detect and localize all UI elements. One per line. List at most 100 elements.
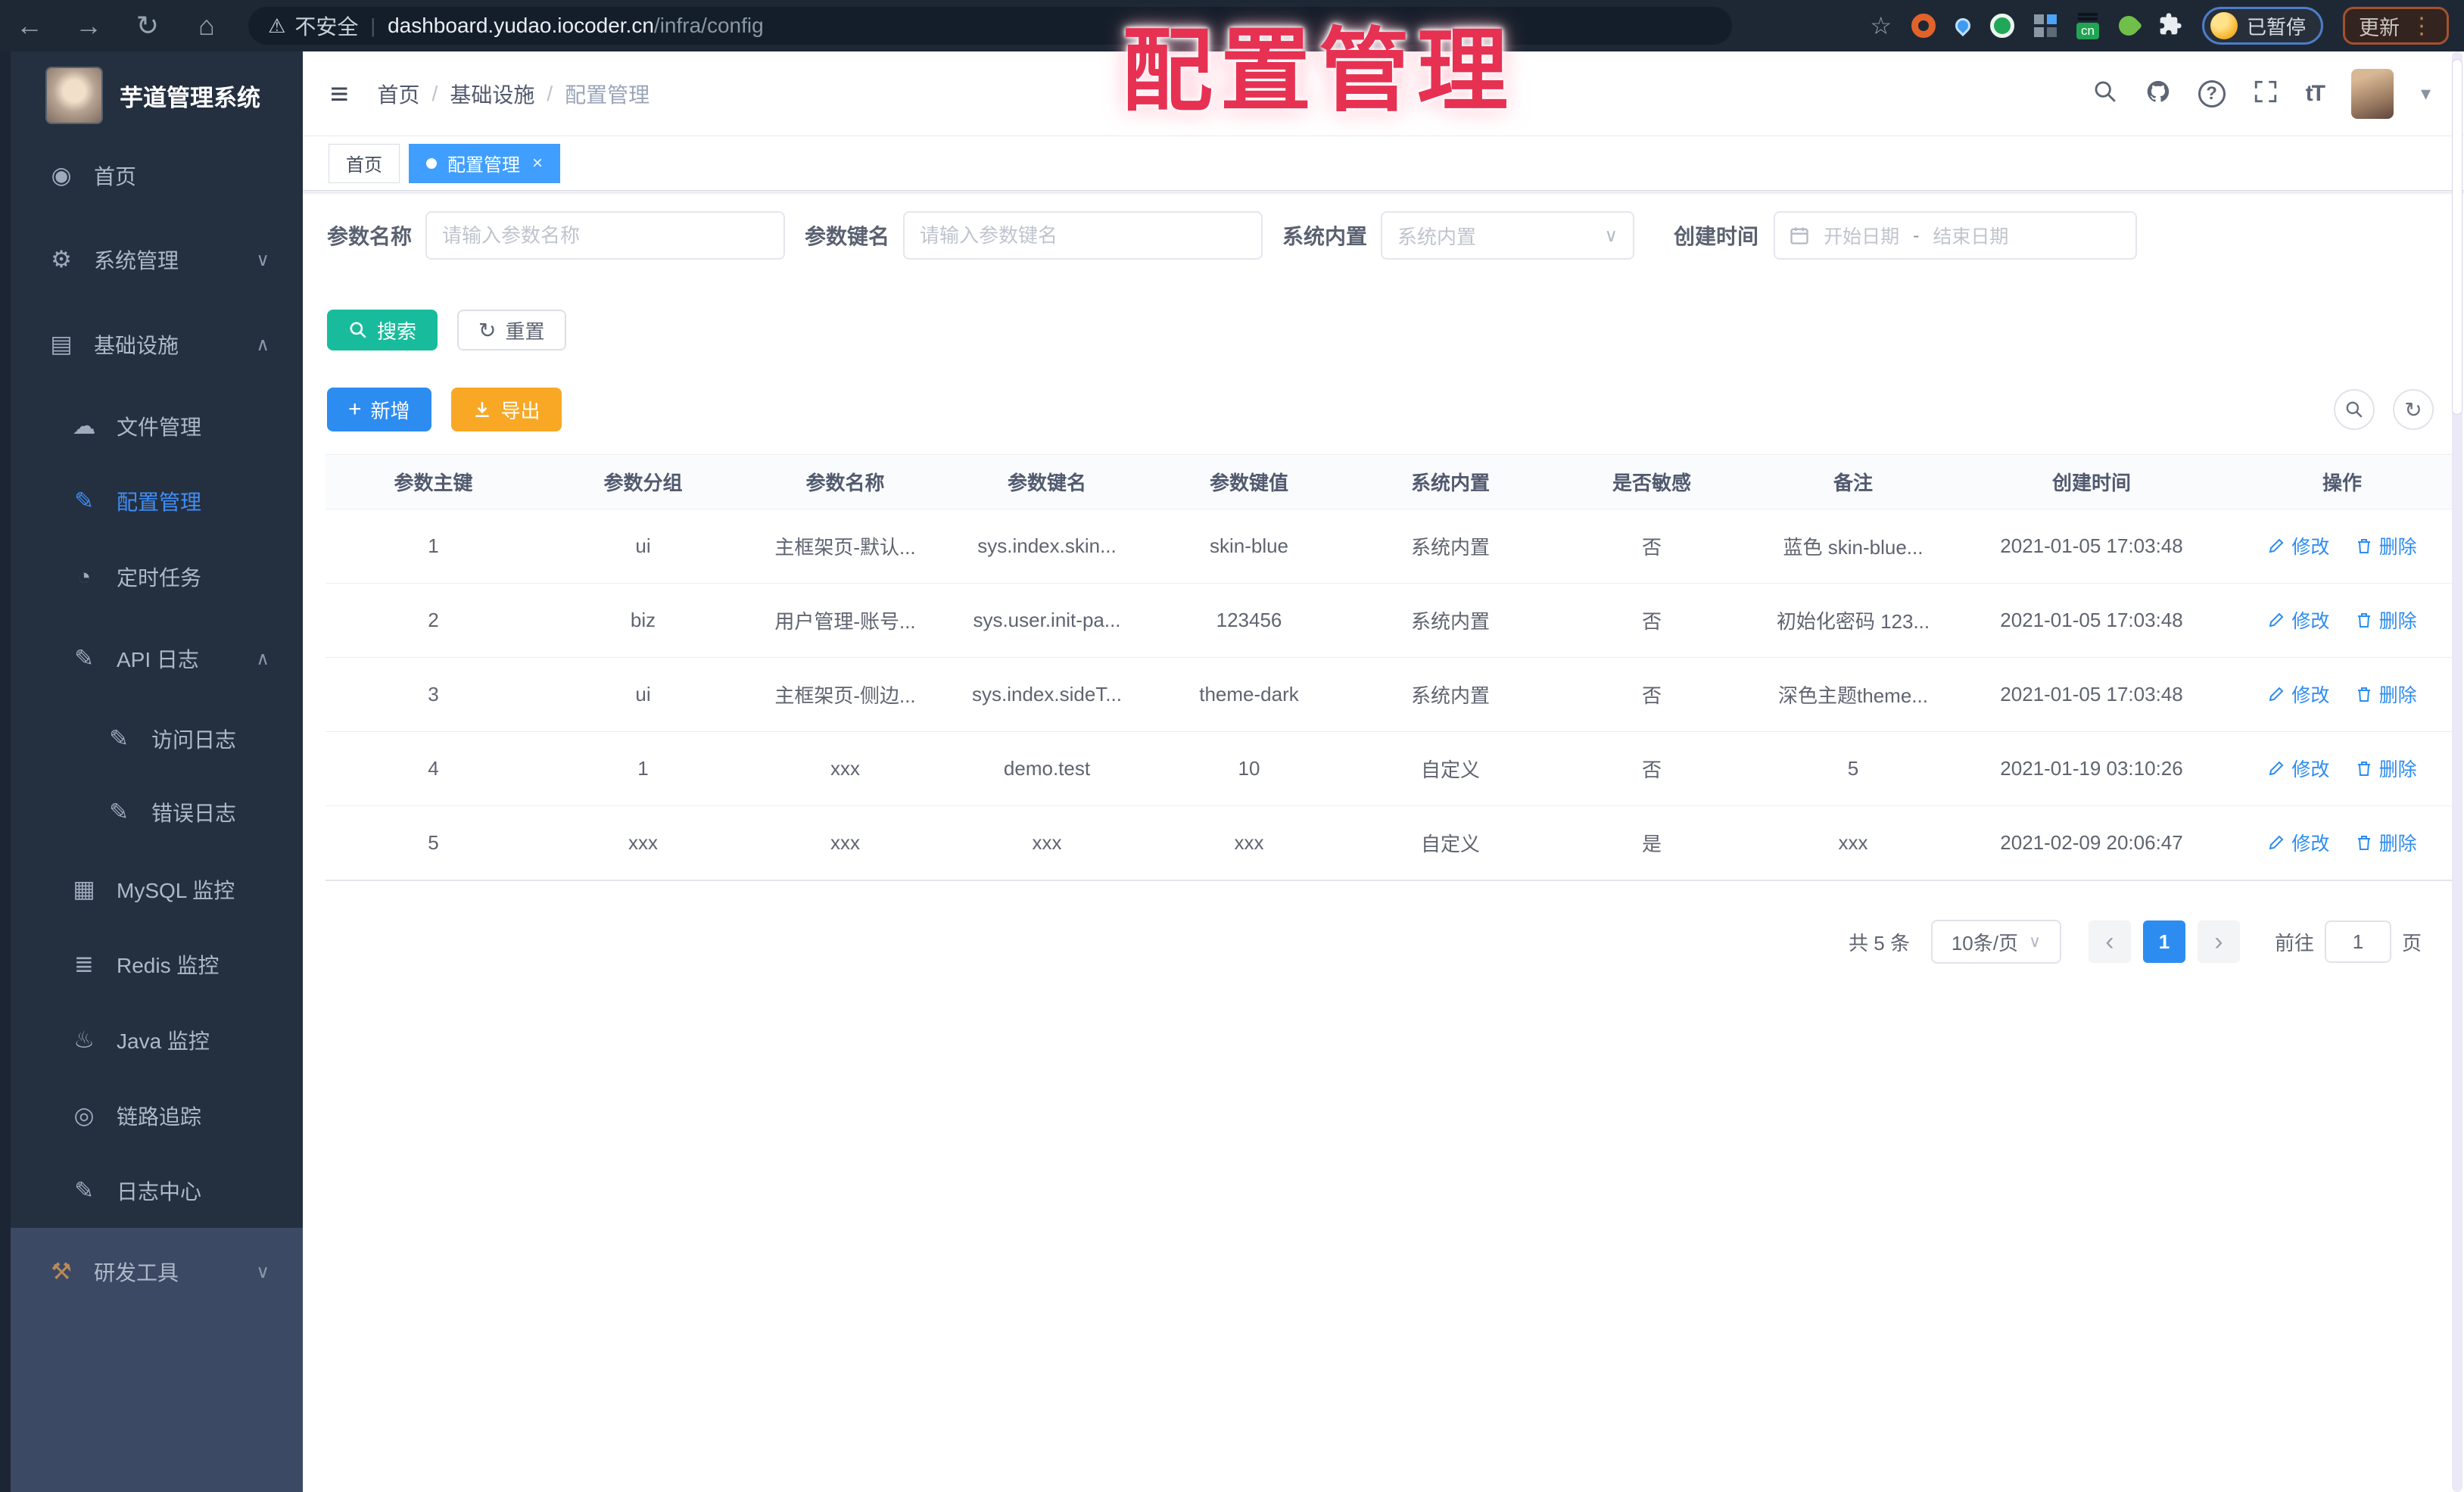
extension-pin-icon[interactable] [1952, 14, 1974, 37]
page-unit-label: 页 [2401, 931, 2422, 955]
sidebar-item-redis-monitor[interactable]: ≣ Redis 监控 [11, 940, 303, 989]
sidebar-item-system[interactable]: ⚙ 系统管理 ∨ [11, 235, 303, 284]
export-button[interactable]: 导出 [450, 388, 562, 431]
delete-button[interactable]: 删除 [2355, 606, 2417, 634]
search-button[interactable]: 搜索 [327, 310, 438, 350]
log-icon: ✎ [109, 799, 129, 825]
sidebar-item-dev-tools[interactable]: ⚒ 研发工具 ∨ [11, 1247, 303, 1296]
goto-page-input[interactable] [2324, 920, 2391, 963]
fullscreen-icon[interactable] [2253, 79, 2279, 108]
sidebar-item-access-logs[interactable]: ✎ 访问日志 [11, 715, 303, 763]
profile-paused-badge[interactable]: 已暂停 [2201, 7, 2323, 45]
extension-grid-icon[interactable] [2034, 14, 2057, 37]
trash-icon [2357, 835, 2370, 850]
goto-label: 前往 [2274, 931, 2314, 955]
bookmark-star-icon[interactable]: ☆ [1870, 11, 1892, 40]
sidebar-item-log-center[interactable]: ✎ 日志中心 [11, 1167, 303, 1215]
java-icon: ♨ [73, 1026, 95, 1053]
page-size-select[interactable]: 10条/页 ∨ [1930, 920, 2061, 964]
param-name-input[interactable] [425, 211, 786, 260]
sidebar-item-mysql-monitor[interactable]: ▦ MySQL 监控 [11, 865, 303, 914]
trash-icon [2357, 762, 2370, 776]
tools-icon: ⚒ [51, 1258, 72, 1285]
breadcrumb-home[interactable]: 首页 [378, 79, 420, 109]
user-avatar[interactable] [2350, 68, 2394, 119]
edit-button[interactable]: 修改 [2267, 681, 2329, 708]
tag-config-manage[interactable]: 配置管理 × [409, 143, 561, 183]
font-size-icon[interactable]: tT [2306, 81, 2325, 107]
collapse-sidebar-icon[interactable]: ≡ [330, 76, 349, 112]
next-page-button[interactable]: › [2197, 920, 2240, 963]
sidebar-item-java-monitor[interactable]: ♨ Java 监控 [11, 1016, 303, 1064]
page-1-button[interactable]: 1 [2142, 920, 2185, 963]
refresh-table-button[interactable]: ↻ [2393, 389, 2434, 430]
browser-reload-button[interactable]: ↻ [118, 10, 177, 42]
close-icon[interactable]: × [532, 153, 543, 174]
sidebar-item-infra[interactable]: ▤ 基础设施 ∧ [11, 320, 303, 369]
edit-button[interactable]: 修改 [2267, 755, 2329, 782]
browser-menu-icon[interactable]: ⋮ [2410, 13, 2433, 39]
extension-donut-icon[interactable] [1911, 14, 1936, 38]
pencil-icon [2269, 538, 2284, 553]
active-dot [426, 157, 437, 169]
timer-icon: ◔ [76, 563, 92, 590]
log-icon: ✎ [109, 725, 129, 752]
address-bar[interactable]: ⚠ 不安全 | dashboard.yudao.iocoder.cn /infr… [248, 7, 1732, 45]
delete-button[interactable]: 删除 [2355, 829, 2417, 856]
cn-badge: cn [2076, 22, 2099, 39]
system-builtin-label: 系统内置 [1282, 225, 1368, 248]
sidebar-item-api-logs[interactable]: ✎ API 日志 ∧ [11, 634, 303, 683]
help-icon[interactable]: ? [2198, 79, 2226, 107]
avatar-caret-icon[interactable]: ▾ [2421, 82, 2431, 105]
param-key-input[interactable] [903, 211, 1263, 260]
calendar-icon [1790, 227, 1808, 245]
extension-green-icon[interactable] [1990, 14, 2015, 38]
browser-update-button[interactable]: 更新 ⋮ [2343, 7, 2449, 45]
extension-cn-icon[interactable]: cn [2076, 12, 2099, 39]
tag-home[interactable]: 首页 [329, 143, 400, 183]
edit-button[interactable]: 修改 [2267, 606, 2329, 634]
sidebar-item-file-manage[interactable]: ☁ 文件管理 [11, 402, 303, 450]
app-header: ≡ 首页 / 基础设施 / 配置管理 ? tT ▾ [303, 51, 2464, 136]
search-icon[interactable] [2092, 79, 2118, 108]
dashboard-icon: ◉ [51, 162, 72, 188]
sidebar-item-trace[interactable]: ◎ 链路追踪 [11, 1092, 303, 1140]
table-row: 2 biz 用户管理-账号... sys.user.init-pa... 123… [326, 583, 2455, 658]
add-button[interactable]: + 新增 [327, 388, 431, 431]
delete-button[interactable]: 删除 [2355, 532, 2417, 559]
date-range-picker[interactable]: 开始日期 - 结束日期 [1774, 211, 2138, 260]
security-warning-icon: ⚠ [268, 14, 286, 37]
monitor-icon: ▦ [73, 876, 95, 902]
breadcrumb-infra[interactable]: 基础设施 [450, 79, 534, 109]
url-path: /infra/config [653, 14, 764, 37]
sidebar-item-scheduled-tasks[interactable]: ◔ 定时任务 [11, 553, 303, 601]
delete-button[interactable]: 删除 [2355, 681, 2417, 708]
reset-button[interactable]: ↻ 重置 [457, 310, 566, 350]
config-table: 参数主键 参数分组 参数名称 参数键名 参数键值 系统内置 是否敏感 备注 创建… [326, 454, 2455, 881]
page-scrollbar-thumb[interactable] [2452, 59, 2462, 415]
date-end-placeholder: 结束日期 [1933, 226, 2009, 248]
github-icon[interactable] [2145, 79, 2171, 108]
system-builtin-select[interactable]: 系统内置 ∨ [1381, 211, 1635, 260]
table-row: 5 xxx xxx xxx xxx 自定义 是 xxx 2021-02-09 2… [326, 805, 2455, 881]
page-content: 参数名称 参数键名 系统内置 系统内置 ∨ 创建时间 开始日期 - 结束日期 搜… [303, 191, 2464, 1492]
app-title: 芋道管理系统 [120, 84, 260, 111]
sidebar-item-home[interactable]: ◉ 首页 [11, 151, 303, 200]
table-row: 3 ui 主框架页-侧边... sys.index.sideT... theme… [326, 657, 2455, 732]
chevron-down-icon: ∨ [256, 249, 269, 270]
extensions-puzzle-icon[interactable] [2158, 12, 2182, 40]
sidebar-item-error-logs[interactable]: ✎ 错误日志 [11, 788, 303, 836]
toggle-search-button[interactable] [2334, 389, 2375, 430]
edit-button[interactable]: 修改 [2267, 829, 2329, 856]
app-logo-row[interactable]: 芋道管理系统 [45, 67, 260, 124]
extension-plant-icon[interactable] [2114, 11, 2143, 40]
edit-button[interactable]: 修改 [2267, 532, 2329, 559]
search-icon [2346, 401, 2363, 418]
log-icon: ✎ [74, 645, 94, 671]
delete-button[interactable]: 删除 [2355, 755, 2417, 782]
browser-back-button[interactable]: ← [0, 10, 59, 42]
sidebar-item-config-manage[interactable]: ✎ 配置管理 [11, 477, 303, 525]
prev-page-button[interactable]: ‹ [2088, 920, 2131, 963]
browser-home-button[interactable]: ⌂ [177, 10, 236, 42]
browser-forward-button[interactable]: → [59, 10, 118, 42]
